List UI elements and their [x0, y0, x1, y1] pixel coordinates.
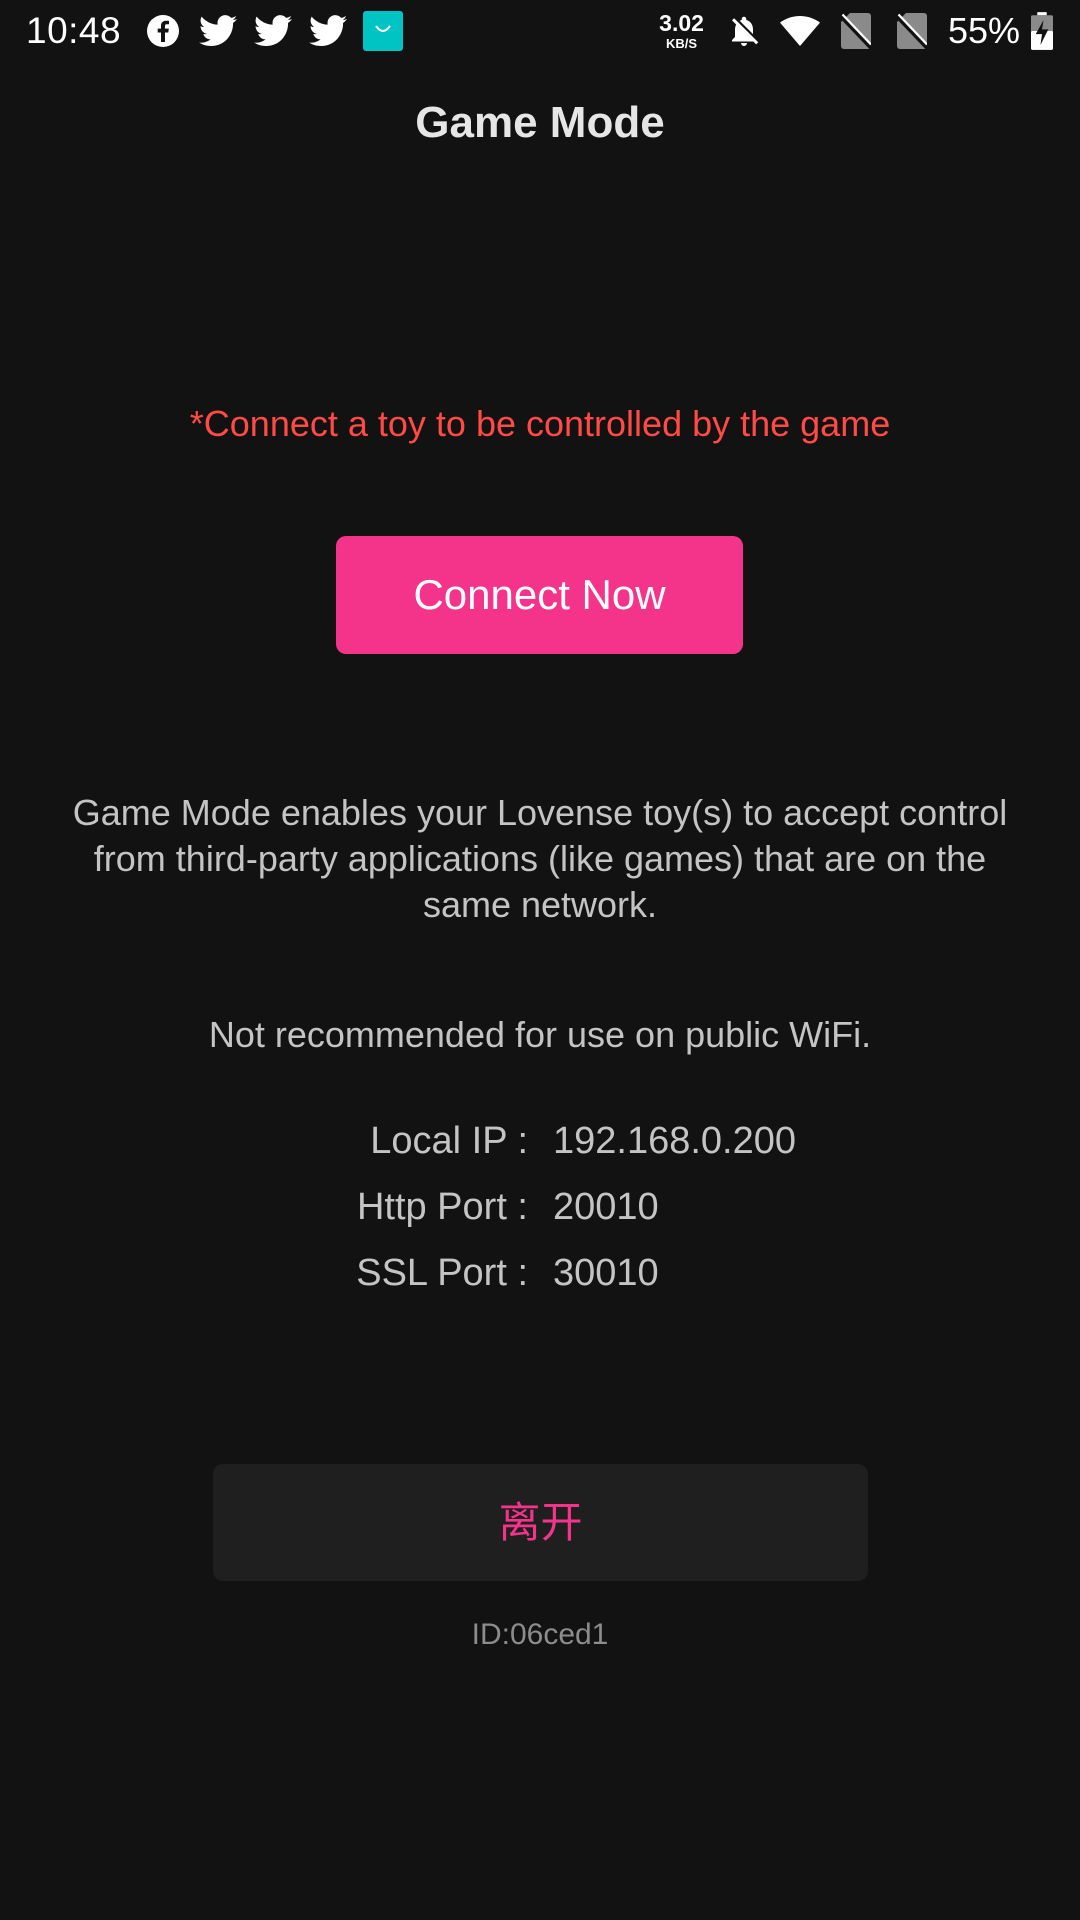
http-port-label: Http Port :	[356, 1186, 528, 1228]
page-title: Game Mode	[415, 98, 665, 147]
http-port-row: Http Port : 20010	[0, 1186, 1080, 1236]
network-speed-unit: KB/S	[666, 36, 698, 51]
device-id: ID:06ced1	[471, 1618, 609, 1651]
facebook-icon	[143, 11, 183, 51]
shopping-bag-icon	[363, 11, 404, 51]
status-bar-left: 10:48	[26, 10, 418, 52]
network-speed-value: 3.02	[659, 10, 704, 36]
local-ip-row: Local IP : 192.168.0.200	[0, 1120, 1080, 1170]
status-bar: 10:48 3.02 KB/S 55%	[0, 0, 1080, 62]
http-port-value: 20010	[553, 1186, 659, 1228]
leave-button[interactable]: 离开	[213, 1464, 868, 1581]
public-wifi-warning: Not recommended for use on public WiFi.	[208, 1014, 872, 1055]
battery-charging-icon	[1030, 11, 1054, 51]
wifi-icon	[779, 11, 820, 51]
status-time: 10:48	[26, 10, 122, 51]
network-speed: 3.02 KB/S	[659, 10, 704, 51]
no-sim-icon	[836, 11, 876, 51]
bell-off-icon	[724, 11, 764, 51]
connect-now-button[interactable]: Connect Now	[336, 536, 743, 654]
no-sim-icon	[892, 11, 932, 51]
connect-hint: *Connect a toy to be controlled by the g…	[189, 403, 891, 444]
ssl-port-row: SSL Port : 30010	[0, 1252, 1080, 1302]
local-ip-value: 192.168.0.200	[553, 1120, 797, 1162]
twitter-icon	[253, 11, 293, 51]
twitter-icon	[308, 11, 348, 51]
ssl-port-label: SSL Port :	[356, 1252, 528, 1294]
status-bar-right: 3.02 KB/S 55%	[659, 10, 1054, 52]
ssl-port-value: 30010	[553, 1252, 659, 1294]
local-ip-label: Local IP :	[370, 1120, 528, 1162]
battery-percent: 55%	[947, 10, 1020, 51]
twitter-icon	[198, 11, 238, 51]
game-mode-description: Game Mode enables your Lovense toy(s) to…	[72, 792, 1008, 925]
